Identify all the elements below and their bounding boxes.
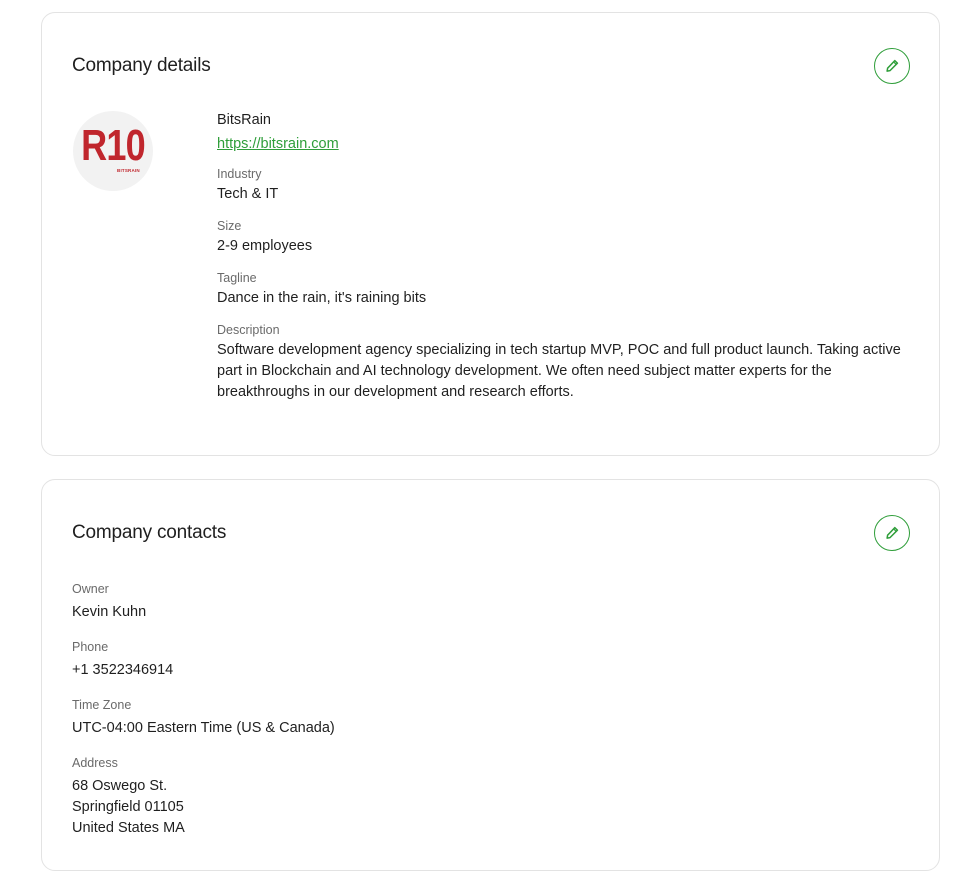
industry-field: Industry Tech & IT	[217, 166, 917, 205]
company-details-title: Company details	[72, 55, 211, 76]
company-details-card: Company details R10 BITSRAIN BitsRain ht…	[41, 12, 940, 456]
phone-label: Phone	[72, 640, 109, 654]
address-label: Address	[72, 756, 118, 770]
pencil-icon	[886, 59, 899, 72]
timezone-value: UTC-04:00 Eastern Time (US & Canada)	[72, 720, 335, 736]
pencil-icon	[886, 526, 899, 539]
phone-value: +1 3522346914	[72, 662, 174, 678]
company-contacts-card: Company contacts Owner Kevin Kuhn Phone …	[41, 479, 940, 871]
address-line-street: 68 Oswego St.	[72, 778, 168, 794]
company-logo: R10 BITSRAIN	[73, 111, 153, 191]
tagline-value: Dance in the rain, it's raining bits	[217, 290, 427, 306]
tagline-label: Tagline	[217, 271, 257, 285]
company-logo-mark: R10	[81, 121, 146, 170]
address-line-city: Springfield 01105	[72, 799, 184, 815]
size-field: Size 2-9 employees	[217, 218, 917, 257]
address-value: 68 Oswego St. Springfield 01105 United S…	[72, 776, 892, 839]
owner-field: Owner Kevin Kuhn	[72, 581, 892, 623]
industry-value: Tech & IT	[217, 186, 279, 202]
size-label: Size	[217, 219, 242, 233]
size-value: 2-9 employees	[217, 238, 313, 254]
description-value: Software development agency specializing…	[217, 342, 901, 400]
company-website-link[interactable]: https://bitsrain.com	[217, 135, 917, 153]
address-field: Address 68 Oswego St. Springfield 01105 …	[72, 755, 892, 839]
edit-company-details-button[interactable]	[874, 48, 910, 84]
owner-label: Owner	[72, 582, 109, 596]
description-label: Description	[217, 323, 280, 337]
tagline-field: Tagline Dance in the rain, it's raining …	[217, 270, 917, 309]
address-line-country: United States MA	[72, 820, 185, 836]
company-contacts-title: Company contacts	[72, 522, 227, 543]
description-field: Description Software development agency …	[217, 322, 917, 403]
contacts-list: Owner Kevin Kuhn Phone +1 3522346914 Tim…	[72, 581, 892, 855]
company-info: BitsRain https://bitsrain.com Industry T…	[217, 111, 917, 403]
company-logo-subtext: BITSRAIN	[117, 168, 140, 173]
phone-field: Phone +1 3522346914	[72, 639, 892, 681]
owner-value: Kevin Kuhn	[72, 604, 147, 620]
timezone-field: Time Zone UTC-04:00 Eastern Time (US & C…	[72, 697, 892, 739]
timezone-label: Time Zone	[72, 698, 132, 712]
industry-label: Industry	[217, 167, 262, 181]
company-name: BitsRain	[217, 112, 271, 128]
edit-company-contacts-button[interactable]	[874, 515, 910, 551]
